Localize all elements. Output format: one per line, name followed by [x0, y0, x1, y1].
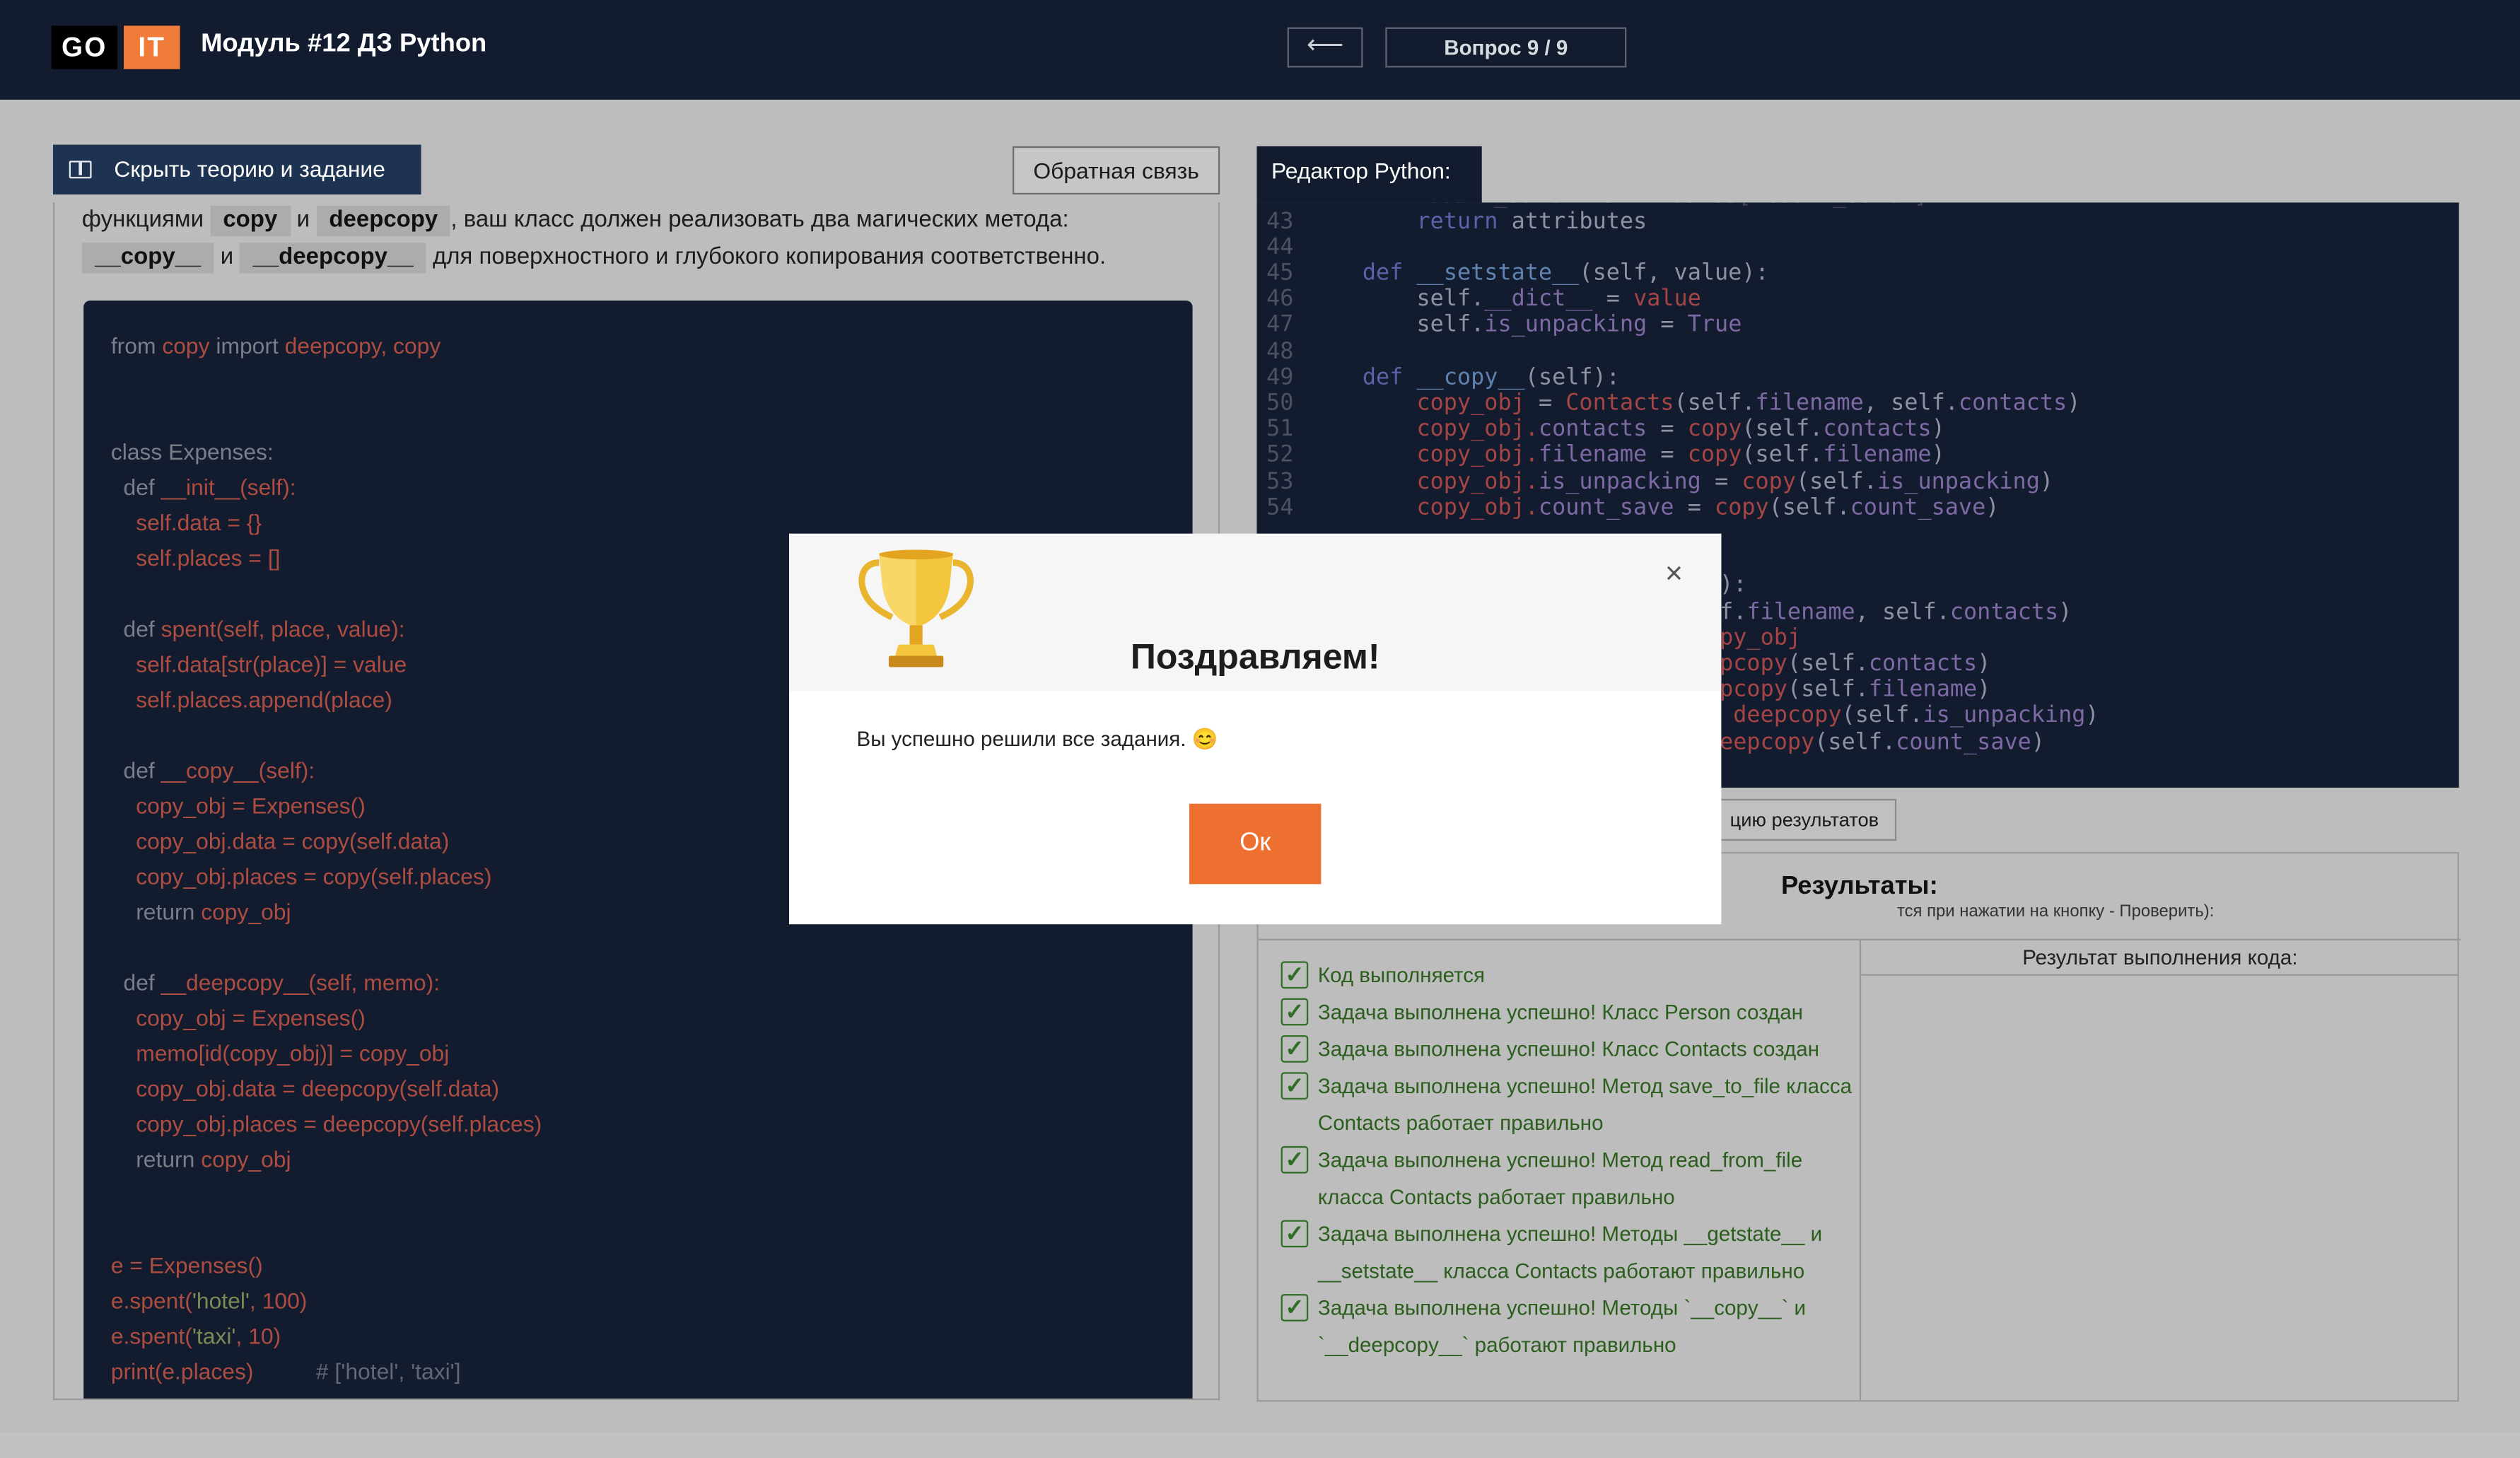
modal-title: Поздравляем! [1130, 636, 1380, 677]
congrats-modal: × Поздравляем! Вы успешно решили все зад… [789, 533, 1722, 925]
ok-button[interactable]: Ок [1189, 803, 1322, 885]
close-icon[interactable]: × [1665, 559, 1683, 590]
modal-message: Вы успешно решили все задания. 😊 [856, 726, 1218, 751]
